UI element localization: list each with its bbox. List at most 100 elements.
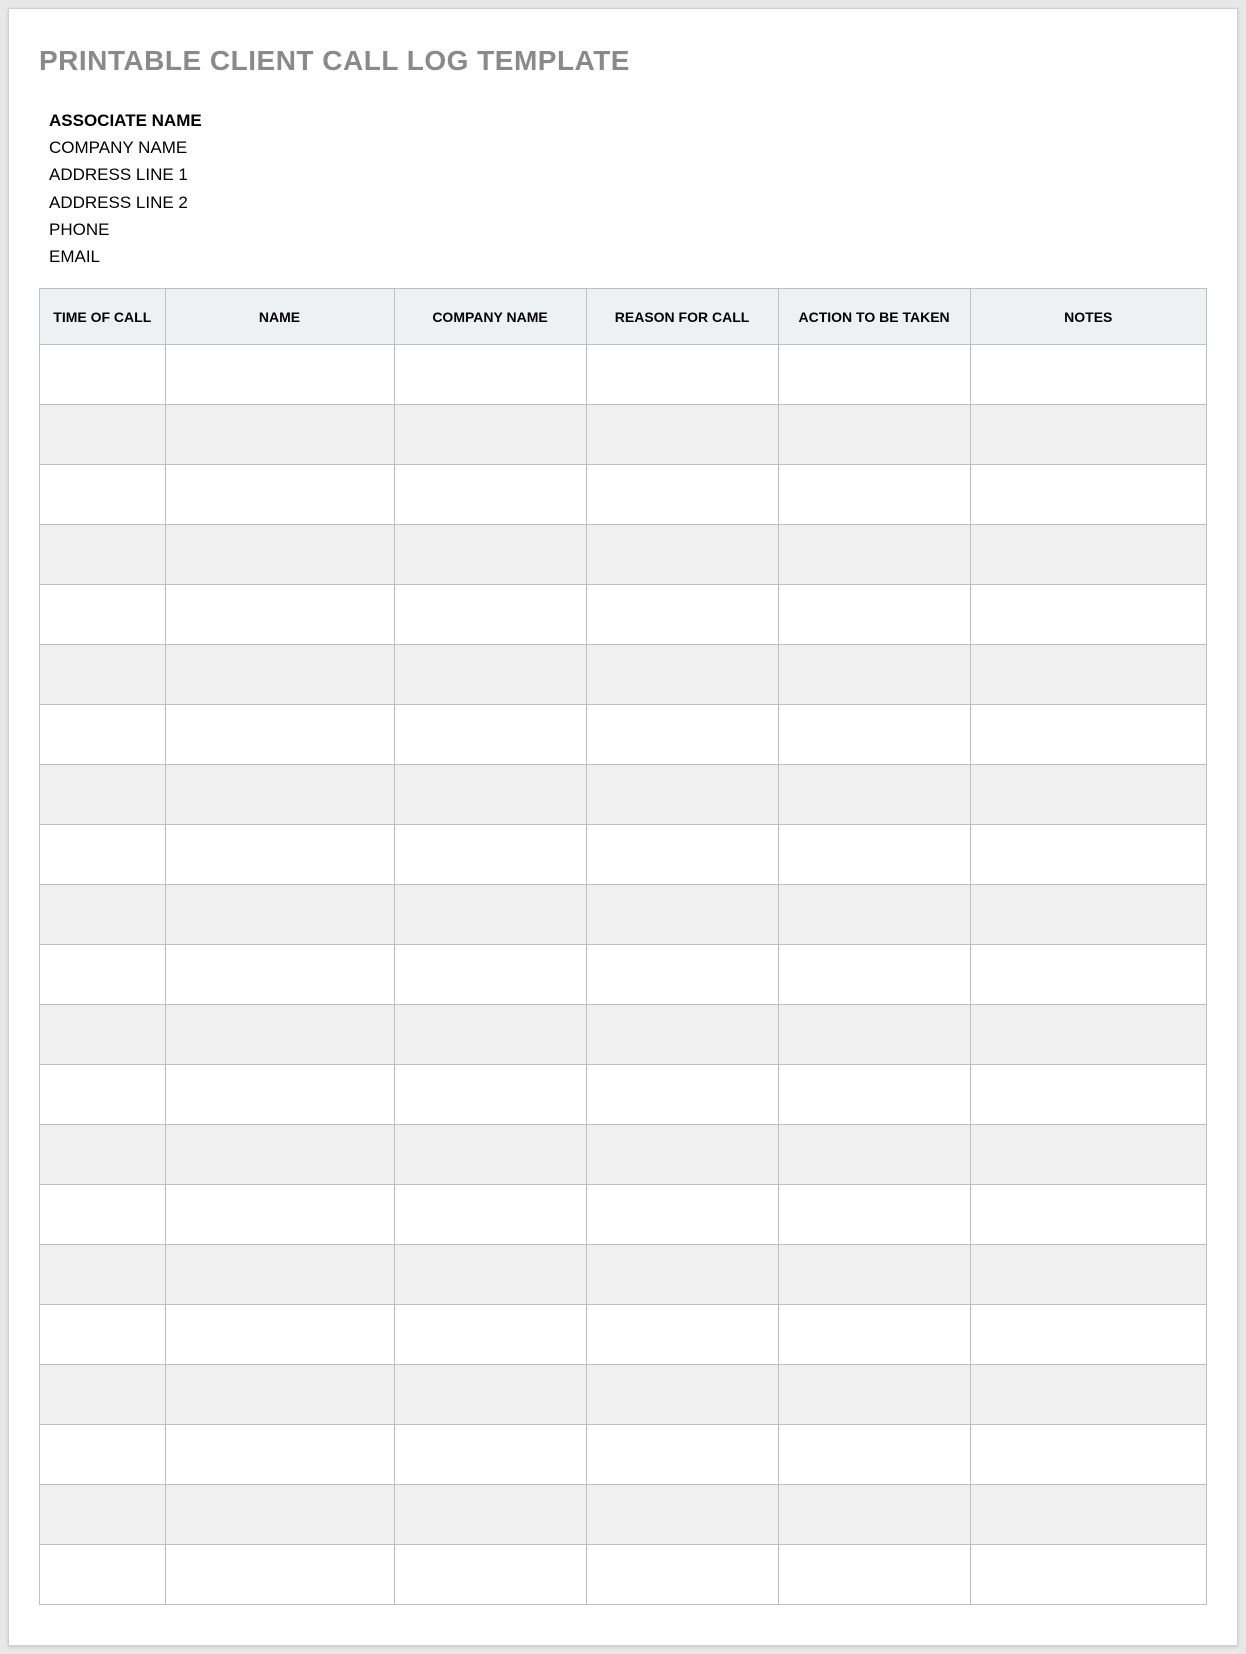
table-cell — [394, 405, 586, 465]
table-cell — [586, 705, 778, 765]
address-line-2-label: ADDRESS LINE 2 — [49, 189, 1207, 216]
table-cell — [586, 885, 778, 945]
table-cell — [394, 1485, 586, 1545]
table-cell — [778, 885, 970, 945]
table-cell — [778, 705, 970, 765]
table-cell — [586, 1305, 778, 1365]
table-cell — [778, 825, 970, 885]
table-row — [40, 585, 1207, 645]
table-cell — [40, 1425, 166, 1485]
col-header-notes: NOTES — [970, 289, 1206, 345]
table-cell — [165, 705, 394, 765]
table-cell — [40, 1005, 166, 1065]
table-cell — [778, 1065, 970, 1125]
table-cell — [165, 1305, 394, 1365]
table-cell — [394, 1365, 586, 1425]
table-cell — [40, 1245, 166, 1305]
table-cell — [778, 465, 970, 525]
table-cell — [586, 765, 778, 825]
table-cell — [970, 1485, 1206, 1545]
table-row — [40, 1365, 1207, 1425]
table-cell — [970, 705, 1206, 765]
table-row — [40, 1545, 1207, 1605]
table-cell — [586, 1545, 778, 1605]
table-row — [40, 405, 1207, 465]
table-row — [40, 1185, 1207, 1245]
table-row — [40, 1425, 1207, 1485]
table-cell — [165, 1185, 394, 1245]
table-cell — [40, 1485, 166, 1545]
table-cell — [40, 645, 166, 705]
table-cell — [970, 945, 1206, 1005]
table-cell — [778, 1365, 970, 1425]
table-cell — [165, 1425, 394, 1485]
table-cell — [970, 1245, 1206, 1305]
table-cell — [40, 945, 166, 1005]
table-cell — [970, 1005, 1206, 1065]
col-header-name: NAME — [165, 289, 394, 345]
table-row — [40, 1005, 1207, 1065]
table-row — [40, 645, 1207, 705]
table-cell — [394, 705, 586, 765]
table-cell — [165, 525, 394, 585]
table-row — [40, 885, 1207, 945]
table-cell — [165, 465, 394, 525]
table-cell — [586, 945, 778, 1005]
contact-info-block: ASSOCIATE NAME COMPANY NAME ADDRESS LINE… — [49, 107, 1207, 270]
col-header-company: COMPANY NAME — [394, 289, 586, 345]
table-cell — [165, 1125, 394, 1185]
table-cell — [165, 885, 394, 945]
table-cell — [586, 1185, 778, 1245]
table-cell — [970, 525, 1206, 585]
table-cell — [40, 1545, 166, 1605]
call-log-table: TIME OF CALL NAME COMPANY NAME REASON FO… — [39, 288, 1207, 1605]
table-cell — [586, 345, 778, 405]
table-cell — [165, 405, 394, 465]
table-cell — [40, 1125, 166, 1185]
table-cell — [970, 1065, 1206, 1125]
table-row — [40, 525, 1207, 585]
table-cell — [394, 465, 586, 525]
table-cell — [394, 885, 586, 945]
table-cell — [778, 945, 970, 1005]
table-cell — [40, 885, 166, 945]
table-cell — [394, 1005, 586, 1065]
table-cell — [970, 345, 1206, 405]
table-cell — [394, 1065, 586, 1125]
table-cell — [165, 765, 394, 825]
table-cell — [970, 825, 1206, 885]
table-row — [40, 945, 1207, 1005]
table-cell — [165, 825, 394, 885]
table-row — [40, 1245, 1207, 1305]
table-cell — [394, 1305, 586, 1365]
table-cell — [970, 1365, 1206, 1425]
table-cell — [40, 465, 166, 525]
table-cell — [586, 525, 778, 585]
table-cell — [970, 1125, 1206, 1185]
table-cell — [778, 1305, 970, 1365]
company-name-label: COMPANY NAME — [49, 134, 1207, 161]
email-label: EMAIL — [49, 243, 1207, 270]
table-cell — [778, 1185, 970, 1245]
table-cell — [165, 1065, 394, 1125]
table-row — [40, 765, 1207, 825]
table-cell — [970, 1545, 1206, 1605]
table-cell — [40, 705, 166, 765]
table-cell — [970, 585, 1206, 645]
table-row — [40, 1305, 1207, 1365]
table-cell — [394, 1245, 586, 1305]
table-cell — [586, 405, 778, 465]
table-row — [40, 705, 1207, 765]
table-cell — [40, 405, 166, 465]
table-cell — [778, 1485, 970, 1545]
table-cell — [394, 1425, 586, 1485]
table-cell — [394, 645, 586, 705]
table-cell — [165, 345, 394, 405]
table-cell — [40, 585, 166, 645]
table-cell — [394, 585, 586, 645]
address-line-1-label: ADDRESS LINE 1 — [49, 161, 1207, 188]
table-cell — [394, 345, 586, 405]
table-cell — [778, 405, 970, 465]
table-header-row: TIME OF CALL NAME COMPANY NAME REASON FO… — [40, 289, 1207, 345]
table-cell — [970, 405, 1206, 465]
